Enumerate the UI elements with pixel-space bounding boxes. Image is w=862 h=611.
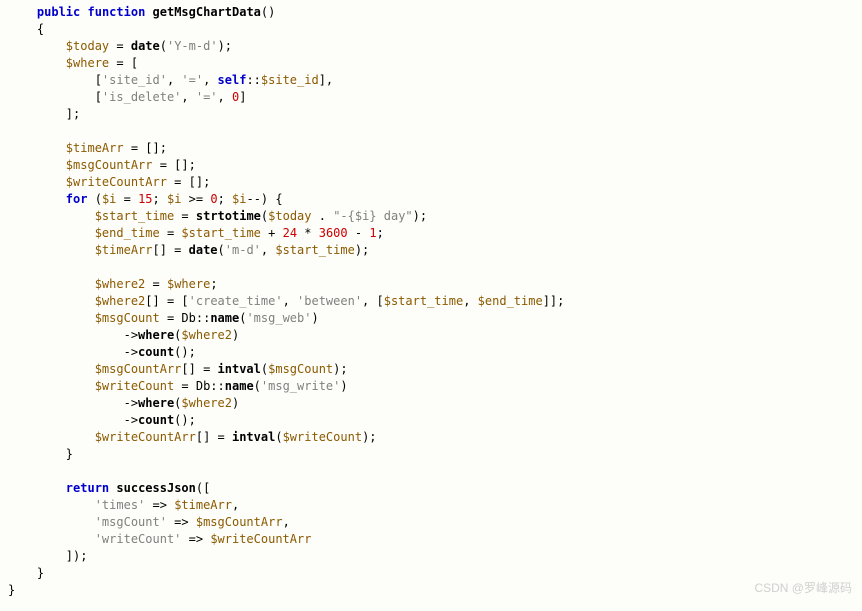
code-block: public function getMsgChartData() { $tod… [8,4,854,599]
watermark: CSDN @罗峰源码 [754,580,852,597]
